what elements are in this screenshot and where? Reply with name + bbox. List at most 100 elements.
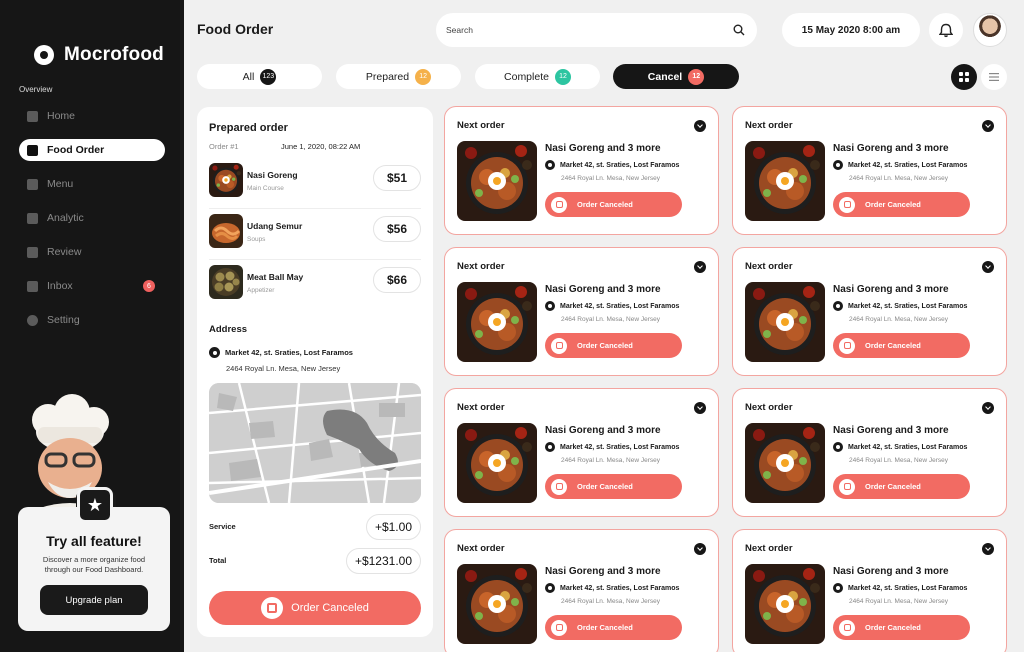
order-canceled-button[interactable]: Order Canceled xyxy=(545,474,682,499)
box-icon xyxy=(551,619,567,636)
promo-description: Discover a more organize food through ou… xyxy=(42,555,146,575)
search-icon[interactable] xyxy=(733,24,745,36)
tab-label: All xyxy=(242,70,255,83)
item-name: Meat Ball May xyxy=(247,272,304,282)
chevron-down-icon[interactable] xyxy=(982,120,994,132)
card-address-sub: 2464 Royal Ln. Mesa, New Jersey xyxy=(849,175,948,182)
order-canceled-button[interactable]: Order Canceled xyxy=(545,192,682,217)
page-title: Food Order xyxy=(197,21,274,37)
card-address-sub: 2464 Royal Ln. Mesa, New Jersey xyxy=(849,457,948,464)
address-line: Market 42, st. Sraties, Lost Faramos xyxy=(209,347,353,358)
location-pin-icon xyxy=(545,442,555,452)
order-card[interactable]: Next order Nasi Goreng and 3 more Market… xyxy=(732,388,1007,517)
delivery-map[interactable] xyxy=(209,383,421,503)
gear-icon xyxy=(27,314,38,326)
order-card[interactable]: Next order Nasi Goreng and 3 more Market… xyxy=(444,388,719,517)
service-row: Service +$1.00 xyxy=(209,514,421,540)
sidebar-item-food-order[interactable]: Food Order xyxy=(19,139,165,161)
card-address: Market 42, st. Sraties, Lost Faramos xyxy=(545,583,679,593)
tab-cancel[interactable]: Cancel 12 xyxy=(613,64,739,89)
chevron-down-icon[interactable] xyxy=(694,120,706,132)
address-text: Market 42, st. Sraties, Lost Faramos xyxy=(848,302,968,310)
order-canceled-button[interactable]: Order Canceled xyxy=(209,591,421,625)
food-image xyxy=(745,282,825,362)
chevron-down-icon[interactable] xyxy=(982,543,994,555)
address-text: Market 42, st. Sraties, Lost Faramos xyxy=(848,161,968,169)
chevron-down-icon[interactable] xyxy=(694,543,706,555)
sidebar-nav: Home Food Order Menu Analytic Review Inb… xyxy=(19,105,165,343)
card-label: Next order xyxy=(745,120,793,131)
card-address-sub: 2464 Royal Ln. Mesa, New Jersey xyxy=(561,316,660,323)
location-pin-icon xyxy=(833,160,843,170)
total-row: Total +$1231.00 xyxy=(209,548,421,574)
order-card[interactable]: Next order Nasi Goreng and 3 more Market… xyxy=(732,529,1007,652)
order-item[interactable]: Udang Semur Soups $56 xyxy=(209,210,421,260)
sidebar-item-review[interactable]: Review xyxy=(19,241,165,263)
tab-prepared[interactable]: Prepared 12 xyxy=(336,64,461,89)
address-text: Market 42, st. Sraties, Lost Faramos xyxy=(560,161,680,169)
grid-view-button[interactable] xyxy=(951,64,977,90)
card-address: Market 42, st. Sraties, Lost Faramos xyxy=(833,160,967,170)
chevron-down-icon[interactable] xyxy=(982,261,994,273)
tab-count-badge: 12 xyxy=(688,68,705,85)
button-label: Order Canceled xyxy=(865,200,921,209)
address-text: Market 42, st. Sraties, Lost Faramos xyxy=(848,584,968,592)
order-card[interactable]: Next order Nasi Goreng and 3 more Market… xyxy=(444,529,719,652)
button-label: Order Canceled xyxy=(577,482,633,491)
card-label: Next order xyxy=(745,402,793,413)
list-view-button[interactable] xyxy=(981,64,1007,90)
chevron-down-icon[interactable] xyxy=(982,402,994,414)
notification-button[interactable] xyxy=(929,13,963,47)
button-label: Order Canceled xyxy=(865,341,921,350)
order-card[interactable]: Next order Nasi Goreng and 3 more Market… xyxy=(732,106,1007,235)
location-pin-icon xyxy=(545,301,555,311)
search-input[interactable] xyxy=(446,25,733,35)
service-value: +$1.00 xyxy=(365,514,421,540)
order-canceled-button[interactable]: Order Canceled xyxy=(545,615,682,640)
card-label: Next order xyxy=(745,261,793,272)
order-card[interactable]: Next order Nasi Goreng and 3 more Market… xyxy=(444,247,719,376)
sidebar-item-inbox[interactable]: Inbox 6 xyxy=(19,275,165,297)
sidebar-item-home[interactable]: Home xyxy=(19,105,165,127)
item-name: Nasi Goreng xyxy=(247,170,298,180)
item-price: $56 xyxy=(373,216,421,242)
tab-count-badge: 123 xyxy=(260,68,277,85)
tab-complete[interactable]: Complete 12 xyxy=(475,64,600,89)
grid-icon xyxy=(959,72,969,82)
chevron-down-icon[interactable] xyxy=(694,402,706,414)
card-title: Nasi Goreng and 3 more xyxy=(545,284,661,295)
order-card[interactable]: Next order Nasi Goreng and 3 more Market… xyxy=(444,106,719,235)
item-name: Udang Semur xyxy=(247,221,303,231)
tab-count-badge: 12 xyxy=(415,68,432,85)
sidebar-item-label: Food Order xyxy=(47,144,105,156)
app-logo[interactable]: Mocrofood xyxy=(34,44,164,66)
card-title: Nasi Goreng and 3 more xyxy=(545,425,661,436)
chevron-down-icon[interactable] xyxy=(694,261,706,273)
order-canceled-button[interactable]: Order Canceled xyxy=(833,192,970,217)
order-item[interactable]: Nasi Goreng Main Course $51 xyxy=(209,159,421,209)
avatar[interactable] xyxy=(973,13,1007,47)
tab-label: Complete xyxy=(504,70,549,83)
card-address-sub: 2464 Royal Ln. Mesa, New Jersey xyxy=(849,598,948,605)
sidebar-item-menu[interactable]: Menu xyxy=(19,173,165,195)
sidebar-item-label: Analytic xyxy=(47,212,84,224)
review-icon xyxy=(27,246,38,258)
card-address: Market 42, st. Sraties, Lost Faramos xyxy=(833,442,967,452)
card-address: Market 42, st. Sraties, Lost Faramos xyxy=(545,160,679,170)
order-canceled-button[interactable]: Order Canceled xyxy=(833,474,970,499)
address-text: Market 42, st. Sraties, Lost Faramos xyxy=(560,584,680,592)
order-item[interactable]: Meat Ball May Appetizer $66 xyxy=(209,261,421,311)
upgrade-plan-button[interactable]: Upgrade plan xyxy=(40,585,148,616)
order-card[interactable]: Next order Nasi Goreng and 3 more Market… xyxy=(732,247,1007,376)
tab-label: Prepared xyxy=(365,70,410,83)
food-image xyxy=(209,214,243,248)
tab-all[interactable]: All 123 xyxy=(197,64,322,89)
sidebar-item-setting[interactable]: Setting xyxy=(19,309,165,331)
order-canceled-button[interactable]: Order Canceled xyxy=(545,333,682,358)
sidebar-item-analytic[interactable]: Analytic xyxy=(19,207,165,229)
order-canceled-button[interactable]: Order Canceled xyxy=(833,333,970,358)
order-canceled-button[interactable]: Order Canceled xyxy=(833,615,970,640)
button-label: Order Canceled xyxy=(577,341,633,350)
search-bar[interactable] xyxy=(436,13,757,47)
address-text: Market 42, st. Sraties, Lost Faramos xyxy=(848,443,968,451)
